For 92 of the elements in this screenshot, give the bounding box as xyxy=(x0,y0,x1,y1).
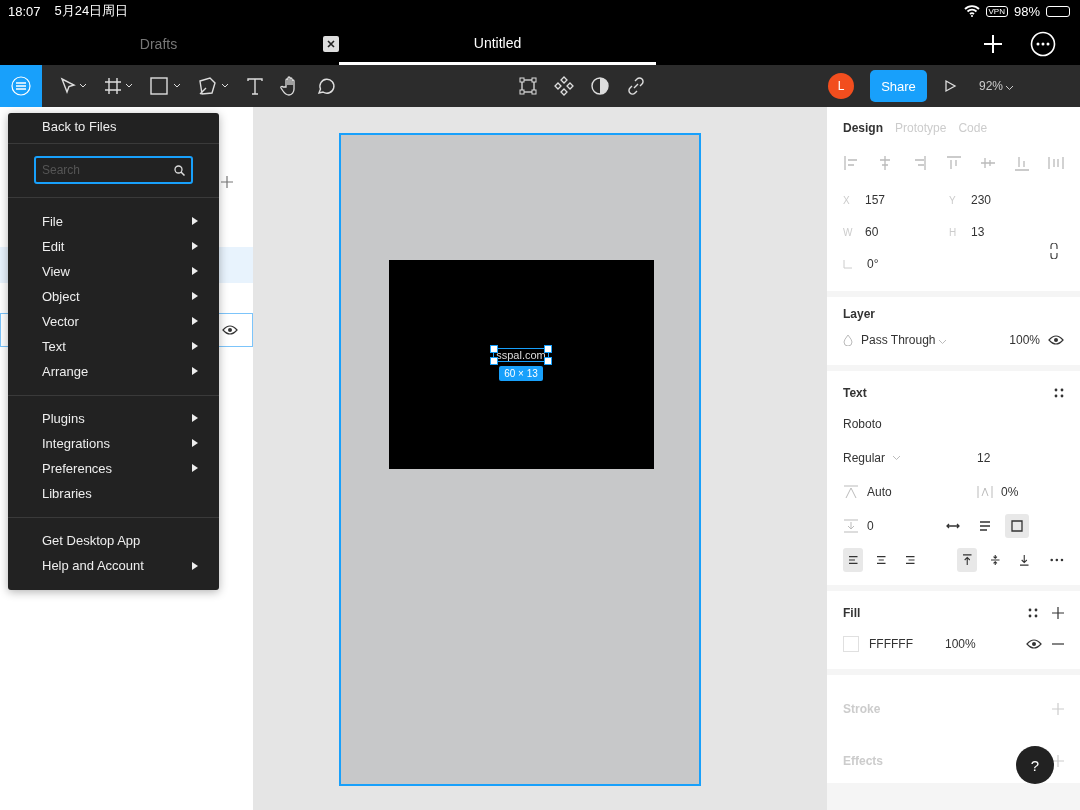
user-avatar[interactable]: L xyxy=(828,73,854,99)
panel-tab[interactable]: Design xyxy=(843,117,883,139)
plus-icon[interactable] xyxy=(1052,607,1064,619)
menu-item[interactable]: Arrange xyxy=(8,358,219,384)
layer-opacity[interactable]: 100% xyxy=(1009,333,1040,347)
menu-item[interactable]: File xyxy=(8,208,219,234)
wifi-icon xyxy=(963,5,980,17)
file-tab[interactable]: Drafts xyxy=(0,22,317,65)
rotation-value[interactable]: 0° xyxy=(867,257,879,271)
line-height-icon xyxy=(843,484,859,500)
blend-mode-dropdown[interactable]: Pass Through xyxy=(861,333,981,347)
more-icon[interactable] xyxy=(1030,30,1056,57)
battery-icon xyxy=(1046,5,1070,17)
letter-spacing-icon xyxy=(977,484,993,500)
angle-icon xyxy=(843,259,853,269)
field-value[interactable]: 13 xyxy=(971,225,985,239)
play-icon[interactable] xyxy=(943,79,957,93)
font-size-field[interactable]: 12 xyxy=(977,451,991,465)
contrast-icon[interactable] xyxy=(590,76,610,96)
submenu-arrow-icon xyxy=(192,217,198,225)
size-badge: 60 × 13 xyxy=(499,366,543,381)
submenu-arrow-icon xyxy=(192,342,198,350)
move-tool-icon[interactable] xyxy=(58,77,88,95)
section-title: Fill xyxy=(843,606,861,620)
fill-hex-field[interactable]: FFFFFF xyxy=(869,637,935,651)
submenu-arrow-icon xyxy=(192,292,198,300)
styles-icon[interactable] xyxy=(1028,608,1038,618)
font-family-field[interactable]: Roboto xyxy=(843,417,882,431)
align-top-icon[interactable] xyxy=(956,548,978,572)
status-time: 18:07 xyxy=(8,3,41,19)
transform-icon[interactable] xyxy=(518,76,538,96)
constrain-proportions-icon[interactable] xyxy=(1050,243,1058,259)
eye-icon[interactable] xyxy=(1026,639,1042,649)
section-title: Layer xyxy=(843,307,877,321)
rectangle-tool-icon[interactable] xyxy=(150,77,182,95)
close-icon[interactable] xyxy=(323,35,339,52)
menu-item[interactable]: Back to Files xyxy=(8,119,219,134)
zoom-dropdown[interactable]: 92% xyxy=(973,78,1020,94)
paragraph-spacing-icon xyxy=(843,518,859,534)
fixed-resize-icon[interactable] xyxy=(1005,514,1029,538)
field-value[interactable]: 60 xyxy=(865,225,879,239)
battery-percent: 98% xyxy=(1013,3,1040,19)
section-title: Text xyxy=(843,386,867,400)
submenu-arrow-icon xyxy=(192,367,198,375)
more-icon[interactable] xyxy=(1050,558,1065,562)
submenu-arrow-icon xyxy=(192,267,198,275)
menu-item[interactable]: Preferences xyxy=(8,455,219,481)
letter-spacing-field[interactable]: 0% xyxy=(1001,485,1019,499)
menu-item[interactable]: Help and Account xyxy=(8,553,219,578)
fill-opacity-field[interactable]: 100% xyxy=(945,637,976,651)
caret-icon xyxy=(1006,86,1014,90)
paragraph-spacing-field[interactable]: 0 xyxy=(867,519,874,533)
pen-tool-icon[interactable] xyxy=(198,77,230,95)
menu-item[interactable]: Text xyxy=(8,333,219,359)
eye-icon[interactable] xyxy=(222,325,238,335)
menu-item[interactable]: View xyxy=(8,258,219,284)
submenu-arrow-icon xyxy=(192,561,198,570)
align-left-icon[interactable] xyxy=(843,548,864,572)
menu-item[interactable]: Plugins xyxy=(8,405,219,431)
menu-item[interactable]: Integrations xyxy=(8,430,219,456)
frame-tool-icon[interactable] xyxy=(104,77,134,95)
submenu-arrow-icon xyxy=(192,242,198,250)
component-icon[interactable] xyxy=(554,76,574,96)
menu-item[interactable]: Vector xyxy=(8,308,219,334)
vpn-badge: VPN xyxy=(985,5,1008,17)
submenu-arrow-icon xyxy=(192,317,198,325)
menu-icon xyxy=(11,76,31,96)
menu-item[interactable]: Libraries xyxy=(8,480,219,506)
selected-text-layer[interactable]: sspal.com xyxy=(494,349,548,361)
comment-tool-icon[interactable] xyxy=(316,76,336,96)
status-date: 5月24日周日 xyxy=(54,2,129,20)
drop-icon xyxy=(843,334,853,346)
caret-icon xyxy=(893,456,901,460)
submenu-arrow-icon xyxy=(192,439,198,448)
color-swatch[interactable] xyxy=(843,636,859,652)
menu-item[interactable]: Edit xyxy=(8,233,219,259)
submenu-arrow-icon xyxy=(192,414,198,423)
rectangle-layer[interactable]: sspal.com 60 × 13 xyxy=(388,260,654,469)
link-icon[interactable] xyxy=(626,76,646,96)
caret-icon xyxy=(938,340,946,344)
font-style-dropdown[interactable]: Regular xyxy=(843,451,969,465)
submenu-arrow-icon xyxy=(192,464,198,473)
text-tool-icon[interactable] xyxy=(246,77,264,95)
field-value[interactable]: 230 xyxy=(971,193,992,207)
frame[interactable]: sspal.com 60 × 13 xyxy=(338,133,701,786)
styles-icon[interactable] xyxy=(1054,388,1064,398)
menu-item[interactable]: Get Desktop App xyxy=(8,528,219,553)
line-height-field[interactable]: Auto xyxy=(867,485,892,499)
eye-icon[interactable] xyxy=(1048,335,1064,345)
menu-item[interactable]: Object xyxy=(8,283,219,309)
field-value[interactable]: 157 xyxy=(865,193,886,207)
search-icon xyxy=(174,165,185,177)
